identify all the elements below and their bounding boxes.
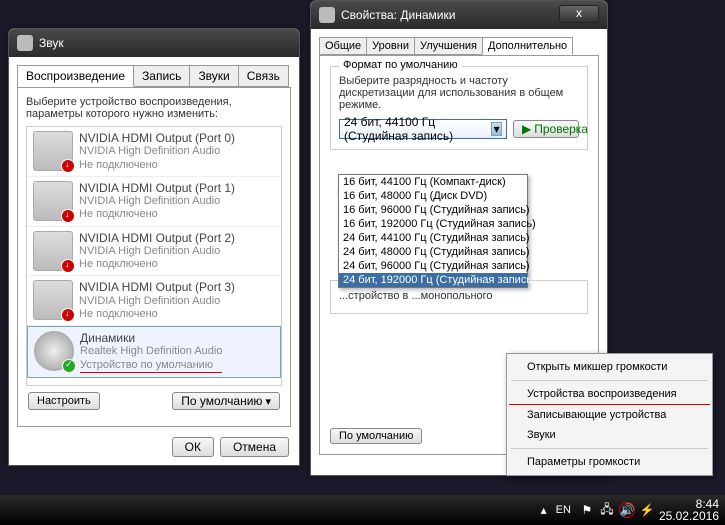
tab-playback[interactable]: Воспроизведение	[17, 65, 134, 87]
separator	[511, 380, 708, 381]
exclusive-text: ...стройство в ...монопольного	[339, 289, 579, 303]
power-icon[interactable]: ⚡	[639, 502, 655, 518]
playback-panel: Выберите устройство воспроизведения, пар…	[17, 87, 291, 427]
monitor-icon	[33, 231, 73, 271]
configure-button[interactable]: Настроить	[28, 392, 100, 410]
device-speakers[interactable]: Динамики Realtek High Definition Audio У…	[27, 326, 281, 378]
device-state: Устройство по умолчанию	[80, 359, 222, 373]
ok-button[interactable]: ОК	[172, 437, 214, 457]
dialog-buttons: ОК Отмена	[172, 437, 289, 457]
tab-communications[interactable]: Связь	[238, 65, 289, 87]
sound-icon	[17, 35, 33, 51]
format-dropdown[interactable]: 16 бит, 44100 Гц (Компакт-диск) 16 бит, …	[338, 174, 528, 288]
device-hdmi3[interactable]: NVIDIA HDMI Output (Port 3) NVIDIA High …	[27, 276, 281, 326]
format-option[interactable]: 16 бит, 192000 Гц (Студийная запись)	[339, 217, 527, 231]
format-option[interactable]: 24 бит, 44100 Гц (Студийная запись)	[339, 231, 527, 245]
restore-defaults-button[interactable]: По умолчанию	[330, 428, 422, 444]
clock[interactable]: 8:44 25.02.2016	[659, 498, 719, 522]
speaker-icon	[34, 331, 74, 371]
format-option[interactable]: 16 бит, 48000 Гц (Диск DVD)	[339, 189, 527, 203]
tab-sounds[interactable]: Звуки	[189, 65, 238, 87]
volume-context-menu[interactable]: Открыть микшер громкости Устройства восп…	[506, 353, 713, 476]
sound-title: Звук	[39, 36, 64, 50]
sound-tabs: Воспроизведение Запись Звуки Связь	[9, 57, 299, 87]
device-state: Не подключено	[79, 258, 235, 271]
device-driver: NVIDIA High Definition Audio	[79, 195, 235, 208]
ctx-sounds[interactable]: Звуки	[509, 425, 710, 445]
monitor-icon	[33, 131, 73, 171]
device-driver: Realtek High Definition Audio	[80, 345, 222, 358]
device-name: NVIDIA HDMI Output (Port 1)	[79, 181, 235, 195]
properties-titlebar[interactable]: Свойства: Динамики x	[311, 1, 607, 29]
device-driver: NVIDIA High Definition Audio	[79, 145, 235, 158]
combo-value: 24 бит, 44100 Гц (Студийная запись)	[344, 115, 491, 143]
taskbar: ▴ EN ⚑ 🖧 🔊 ⚡ 8:44 25.02.2016	[0, 495, 725, 525]
tab-enhancements[interactable]: Улучшения	[414, 37, 483, 55]
playback-bottom-buttons: Настроить По умолчанию ▾	[26, 392, 282, 410]
action-center-icon[interactable]: ⚑	[579, 502, 595, 518]
device-list[interactable]: NVIDIA HDMI Output (Port 0) NVIDIA High …	[26, 126, 282, 386]
network-icon[interactable]: 🖧	[599, 502, 615, 518]
language-indicator[interactable]: EN	[556, 504, 571, 516]
device-name: NVIDIA HDMI Output (Port 0)	[79, 131, 235, 145]
playback-prompt: Выберите устройство воспроизведения, пар…	[26, 96, 282, 120]
ctx-recording-devices[interactable]: Записывающие устройства	[509, 405, 710, 425]
volume-icon[interactable]: 🔊	[619, 502, 635, 518]
group-legend: Формат по умолчанию	[339, 59, 462, 71]
ctx-playback-devices[interactable]: Устройства воспроизведения	[509, 384, 710, 405]
device-hdmi0[interactable]: NVIDIA HDMI Output (Port 0) NVIDIA High …	[27, 127, 281, 177]
ctx-open-mixer[interactable]: Открыть микшер громкости	[509, 357, 710, 377]
date: 25.02.2016	[659, 510, 719, 522]
format-option[interactable]: 16 бит, 44100 Гц (Компакт-диск)	[339, 175, 527, 189]
format-option[interactable]: 24 бит, 48000 Гц (Студийная запись)	[339, 245, 527, 259]
monitor-icon	[33, 181, 73, 221]
default-format-group: Формат по умолчанию Выберите разрядность…	[330, 66, 588, 150]
device-state: Не подключено	[79, 208, 235, 221]
chevron-down-icon: ▾	[491, 122, 502, 136]
ctx-volume-options[interactable]: Параметры громкости	[509, 452, 710, 472]
sound-window: Звук Воспроизведение Запись Звуки Связь …	[8, 28, 300, 466]
tray-chevron-icon[interactable]: ▴	[536, 502, 552, 518]
device-name: NVIDIA HDMI Output (Port 2)	[79, 231, 235, 245]
format-option-highlighted[interactable]: 24 бит, 192000 Гц (Студийная запись)	[339, 273, 527, 287]
cancel-button[interactable]: Отмена	[220, 437, 289, 457]
sound-titlebar[interactable]: Звук	[9, 29, 299, 57]
tab-general[interactable]: Общие	[319, 37, 367, 55]
format-row: 24 бит, 44100 Гц (Студийная запись) ▾ ▶П…	[339, 119, 579, 139]
separator	[511, 448, 708, 449]
device-driver: NVIDIA High Definition Audio	[79, 295, 235, 308]
device-state: Не подключено	[79, 308, 235, 321]
format-option[interactable]: 16 бит, 96000 Гц (Студийная запись)	[339, 203, 527, 217]
tab-levels[interactable]: Уровни	[366, 37, 415, 55]
device-name: Динамики	[80, 331, 222, 345]
device-name: NVIDIA HDMI Output (Port 3)	[79, 280, 235, 294]
device-state: Не подключено	[79, 159, 235, 172]
device-driver: NVIDIA High Definition Audio	[79, 245, 235, 258]
play-icon: ▶	[522, 122, 531, 136]
format-option[interactable]: 24 бит, 96000 Гц (Студийная запись)	[339, 259, 527, 273]
close-button[interactable]: x	[559, 5, 599, 23]
test-button[interactable]: ▶Проверка	[513, 120, 579, 138]
properties-title: Свойства: Динамики	[341, 8, 455, 22]
format-combobox[interactable]: 24 бит, 44100 Гц (Студийная запись) ▾	[339, 119, 507, 139]
properties-tabs: Общие Уровни Улучшения Дополнительно	[311, 29, 607, 55]
group-text: Выберите разрядность и частоту дискретиз…	[339, 75, 579, 111]
tab-recording[interactable]: Запись	[133, 65, 190, 87]
set-default-button[interactable]: По умолчанию ▾	[172, 392, 280, 410]
monitor-icon	[33, 280, 73, 320]
shield-icon	[319, 7, 335, 23]
device-hdmi2[interactable]: NVIDIA HDMI Output (Port 2) NVIDIA High …	[27, 227, 281, 277]
device-hdmi1[interactable]: NVIDIA HDMI Output (Port 1) NVIDIA High …	[27, 177, 281, 227]
tab-advanced[interactable]: Дополнительно	[482, 37, 573, 55]
